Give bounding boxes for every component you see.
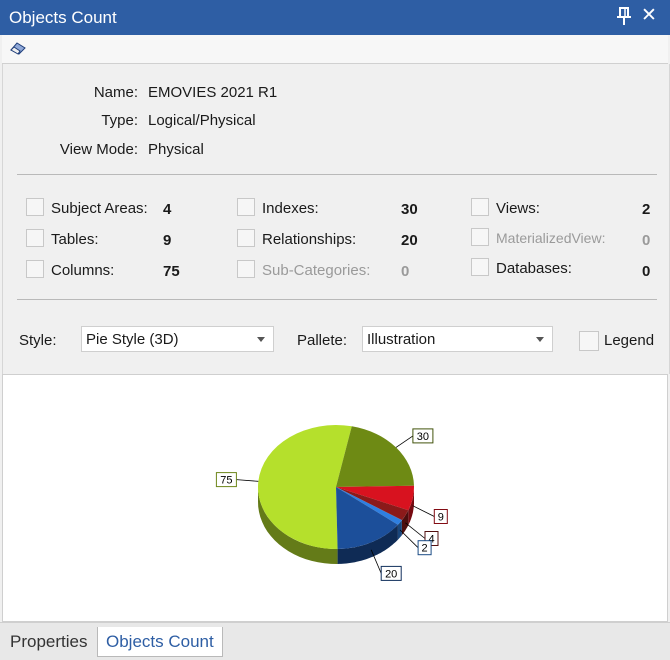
databases-label: Databases: — [496, 260, 572, 277]
tables-label: Tables: — [51, 231, 99, 248]
style-dropdown[interactable]: Pie Style (3D) — [81, 326, 274, 352]
style-value: Pie Style (3D) — [86, 331, 179, 348]
tables-checkbox[interactable] — [26, 229, 44, 247]
type-label: Type: — [101, 112, 138, 129]
eraser-icon[interactable] — [10, 41, 26, 59]
indexes-count: 30 — [401, 201, 418, 218]
window-title: Objects Count — [9, 8, 117, 27]
view-mode-label: View Mode: — [59, 141, 138, 158]
sub-categories-checkbox[interactable] — [237, 260, 255, 278]
data-label: 75 — [220, 475, 232, 487]
subject-areas-label: Subject Areas: — [51, 200, 148, 217]
name-value: EMOVIES 2021 R1 — [148, 84, 278, 101]
materialized-view-checkbox[interactable] — [471, 228, 489, 246]
sub-categories-label: Sub-Categories: — [262, 262, 371, 279]
pallete-dropdown[interactable]: Illustration — [362, 326, 553, 352]
views-count: 2 — [642, 201, 651, 218]
data-label: 2 — [422, 543, 428, 555]
properties-panel: Name: EMOVIES 2021 R1 Type: Logical/Phys… — [2, 64, 670, 374]
pin-icon[interactable] — [616, 6, 634, 28]
subject-areas-checkbox[interactable] — [26, 198, 44, 216]
leader-line — [399, 529, 419, 548]
view-mode-value: Physical — [148, 141, 204, 158]
style-label: Style: — [19, 332, 57, 349]
views-label: Views: — [496, 200, 540, 217]
sub-categories-count: 0 — [401, 263, 410, 280]
relationships-count: 20 — [401, 232, 418, 249]
databases-count: 0 — [642, 263, 651, 280]
legend-checkbox[interactable] — [579, 331, 599, 351]
data-label: 20 — [385, 568, 397, 580]
name-label: Name: — [93, 84, 138, 101]
data-label: 30 — [417, 431, 429, 443]
leader-line — [405, 522, 426, 539]
toolbar — [2, 35, 668, 64]
columns-label: Columns: — [51, 262, 115, 279]
leader-line — [412, 505, 435, 517]
tab-properties[interactable]: Properties — [2, 627, 95, 657]
pallete-value: Illustration — [367, 331, 436, 348]
columns-checkbox[interactable] — [26, 260, 44, 278]
data-label: 9 — [438, 512, 444, 524]
pie-chart: 753094220 — [215, 425, 448, 581]
separator — [17, 174, 657, 175]
tab-objects-count[interactable]: Objects Count — [97, 627, 223, 657]
chart-area: 75 30 9 4 2 20 — [2, 374, 668, 622]
chevron-down-icon — [536, 337, 544, 342]
columns-count: 75 — [163, 263, 180, 280]
tables-count: 9 — [163, 232, 172, 249]
separator — [17, 299, 657, 300]
chevron-down-icon — [257, 337, 265, 342]
indexes-label: Indexes: — [262, 200, 319, 217]
leader-line — [236, 479, 259, 482]
materialized-view-count: 0 — [642, 232, 651, 249]
pallete-label: Pallete: — [297, 332, 348, 349]
relationships-label: Relationships: — [262, 231, 357, 248]
close-icon[interactable]: ✕ — [641, 5, 657, 27]
title-bar: Objects Count ✕ — [0, 0, 670, 35]
type-value: Logical/Physical — [148, 112, 256, 129]
tab-bar: Properties Objects Count — [0, 622, 670, 660]
leader-line — [395, 435, 414, 448]
materialized-view-label: MaterializedView: — [496, 230, 606, 246]
indexes-checkbox[interactable] — [237, 198, 255, 216]
legend-label: Legend — [604, 332, 655, 349]
views-checkbox[interactable] — [471, 198, 489, 216]
subject-areas-count: 4 — [163, 201, 172, 218]
databases-checkbox[interactable] — [471, 258, 489, 276]
relationships-checkbox[interactable] — [237, 229, 255, 247]
